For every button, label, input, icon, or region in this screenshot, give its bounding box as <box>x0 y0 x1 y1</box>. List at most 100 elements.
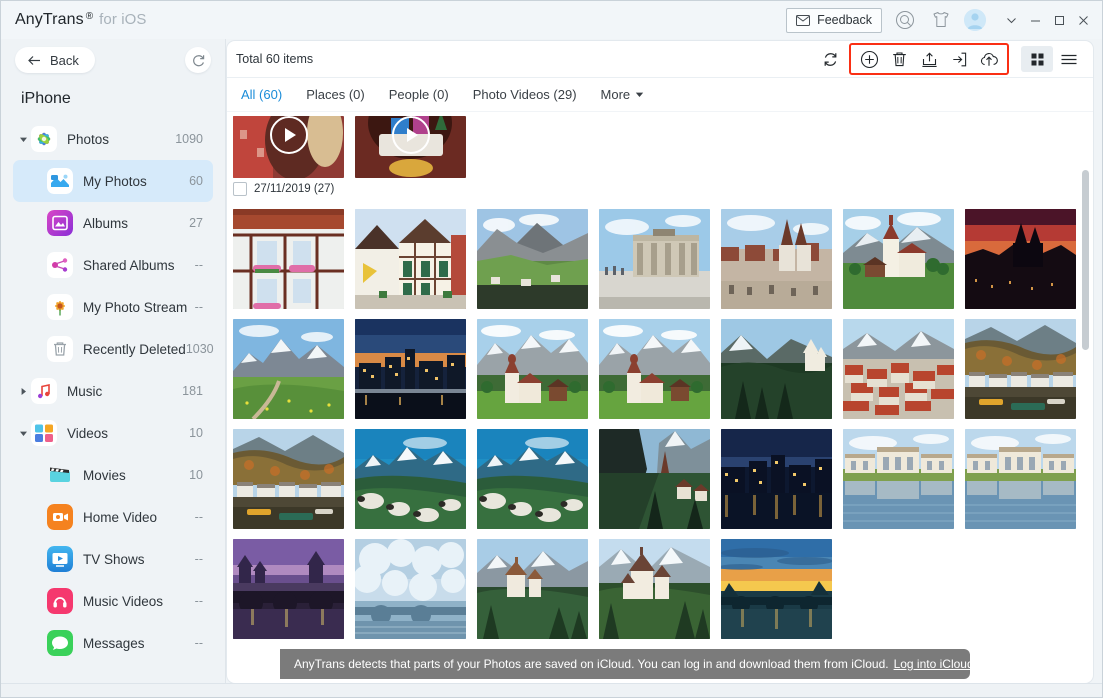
brandenburg-gate[interactable] <box>599 209 710 309</box>
cloud-upload-icon[interactable] <box>974 45 1004 73</box>
photo-grid-item[interactable] <box>599 429 710 529</box>
list-view-icon[interactable] <box>1053 46 1085 72</box>
photo-grid-item[interactable] <box>477 539 588 639</box>
photo-grid-item[interactable] <box>721 429 832 529</box>
grid-view-icon[interactable] <box>1021 46 1053 72</box>
bridge-river-castle[interactable] <box>233 539 344 639</box>
refresh-button[interactable] <box>815 45 845 73</box>
lake-village-boats-a[interactable] <box>965 319 1076 419</box>
red-roof-town-hill[interactable] <box>843 319 954 419</box>
winter-frost-bridge[interactable] <box>355 539 466 639</box>
sidebar-item-my-photo-stream[interactable]: My Photo Stream -- <box>13 286 213 328</box>
sheep-mountain-valley-a[interactable] <box>355 429 466 529</box>
chevron-down-icon[interactable] <box>15 429 31 438</box>
tab-people-0[interactable]: People (0) <box>389 87 449 102</box>
sidebar-item-my-photos[interactable]: My Photos 60 <box>13 160 213 202</box>
sidebar-item-recently-deleted[interactable]: Recently Deleted 1030 <box>13 328 214 370</box>
photo-grid-item[interactable] <box>233 209 344 309</box>
castle-mountain-lake[interactable] <box>477 539 588 639</box>
church-zugspitze-a[interactable] <box>477 319 588 419</box>
sidebar-item-tv-shows[interactable]: TV Shows -- <box>13 538 213 580</box>
tab-more[interactable]: More <box>601 87 645 102</box>
sidebar-item-home-video[interactable]: Home Video -- <box>13 496 213 538</box>
export-to-computer-icon[interactable] <box>914 45 944 73</box>
avatar[interactable] <box>964 9 986 31</box>
palace-reflection-b[interactable] <box>965 429 1076 529</box>
photo-grid-item[interactable] <box>599 319 710 419</box>
photo-grid-item[interactable] <box>233 539 344 639</box>
half-timbered-town-square[interactable] <box>355 209 466 309</box>
photo-grid-item[interactable] <box>599 539 710 639</box>
photo-grid-item[interactable] <box>599 209 710 309</box>
refresh-icon[interactable] <box>185 47 211 73</box>
play-icon[interactable] <box>269 116 308 154</box>
tab-photo-videos-29[interactable]: Photo Videos (29) <box>473 87 577 102</box>
sidebar-item-albums[interactable]: Albums 27 <box>13 202 213 244</box>
alpine-meadow-peak[interactable] <box>233 319 344 419</box>
chevron-right-icon[interactable] <box>15 387 31 396</box>
city-dusk-skyline[interactable] <box>355 319 466 419</box>
chevron-down-icon[interactable] <box>15 135 31 144</box>
photo-grid-item[interactable] <box>355 209 466 309</box>
photo-grid-item[interactable] <box>965 319 1076 419</box>
photo-grid-item[interactable] <box>233 429 344 529</box>
search-icon[interactable] <box>892 7 918 33</box>
minimize-icon[interactable] <box>1024 7 1046 33</box>
photo-grid-item[interactable] <box>355 429 466 529</box>
back-button[interactable]: Back <box>15 47 95 73</box>
sidebar-item-messages[interactable]: Messages -- <box>13 622 213 664</box>
video-grid-item[interactable]: 27/11/2019 (27) <box>233 116 344 199</box>
vertical-scrollbar[interactable] <box>1082 170 1089 350</box>
photo-grid-item[interactable] <box>843 319 954 419</box>
alpine-valley-cliff[interactable] <box>477 209 588 309</box>
tab-all-60[interactable]: All (60) <box>241 87 282 102</box>
feedback-button[interactable]: Feedback <box>786 7 882 33</box>
neuschwanstein-forest[interactable] <box>721 319 832 419</box>
trash-icon[interactable] <box>884 45 914 73</box>
photo-grid-item[interactable] <box>355 319 466 419</box>
palace-reflection-a[interactable] <box>843 429 954 529</box>
alpine-gorge-village[interactable] <box>599 429 710 529</box>
lake-village-boats-b[interactable] <box>233 429 344 529</box>
sidebar-item-music[interactable]: Music 181 <box>13 370 213 412</box>
play-icon[interactable] <box>391 116 430 154</box>
tab-places-0[interactable]: Places (0) <box>306 87 365 102</box>
berlin-night-river[interactable] <box>721 429 832 529</box>
maximize-icon[interactable] <box>1048 7 1070 33</box>
sidebar-item-photos[interactable]: Photos 1090 <box>13 118 213 160</box>
send-to-device-icon[interactable] <box>944 45 974 73</box>
photo-grid-item[interactable] <box>355 539 466 639</box>
video-portrait-thumbnail[interactable] <box>233 116 344 178</box>
add-circle-icon[interactable] <box>854 45 884 73</box>
video-grid-item[interactable] <box>355 116 466 199</box>
church-zugspitze-b[interactable] <box>599 319 710 419</box>
photo-grid-item[interactable] <box>477 319 588 419</box>
tshirt-icon[interactable] <box>928 7 954 33</box>
sidebar-item-movies[interactable]: Movies 10 <box>13 454 213 496</box>
sidebar-item-music-videos[interactable]: Music Videos -- <box>13 580 213 622</box>
sheep-mountain-valley-b[interactable] <box>477 429 588 529</box>
photo-grid-item[interactable] <box>721 319 832 419</box>
neuschwanstein-autumn[interactable] <box>599 539 710 639</box>
photo-grid-item[interactable] <box>477 429 588 529</box>
photo-grid-item[interactable] <box>477 209 588 309</box>
prague-castle-sunset[interactable] <box>965 209 1076 309</box>
photo-grid-item[interactable] <box>233 319 344 419</box>
prague-old-town-square[interactable] <box>721 209 832 309</box>
group-select-checkbox[interactable] <box>233 182 247 196</box>
video-ornament-thumbnail[interactable] <box>355 116 466 178</box>
close-icon[interactable] <box>1072 7 1094 33</box>
sidebar-item-shared-albums[interactable]: Shared Albums -- <box>13 244 213 286</box>
photo-grid-item[interactable] <box>721 209 832 309</box>
photo-grid-item[interactable] <box>843 209 954 309</box>
photo-grid-item[interactable] <box>965 429 1076 529</box>
church-alpine-meadow[interactable] <box>843 209 954 309</box>
photo-grid-item[interactable] <box>965 209 1076 309</box>
photo-grid-item[interactable] <box>721 539 832 639</box>
photo-grid-item[interactable] <box>843 429 954 529</box>
sidebar-item-videos[interactable]: Videos 10 <box>13 412 213 454</box>
half-timbered-house-flowers[interactable] <box>233 209 344 309</box>
chevron-down-icon[interactable] <box>1000 7 1022 33</box>
sunset-bridge-river[interactable] <box>721 539 832 639</box>
icloud-login-link[interactable]: Log into iCloud > <box>894 657 984 671</box>
